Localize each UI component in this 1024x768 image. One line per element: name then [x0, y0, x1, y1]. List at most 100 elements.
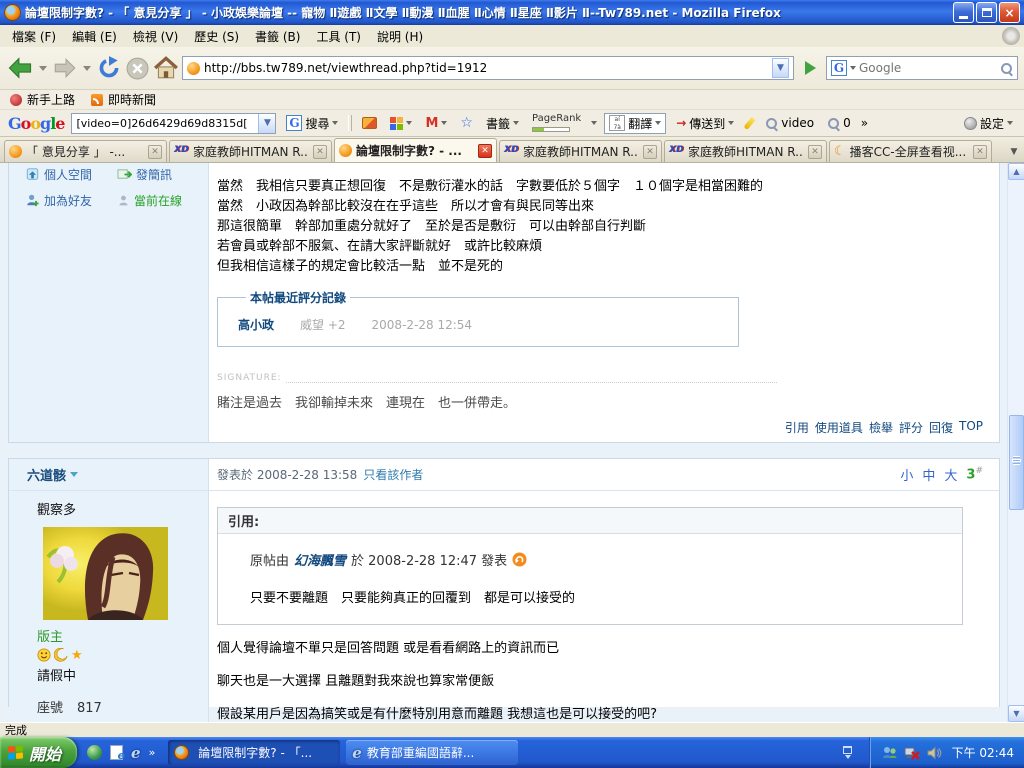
- top-link[interactable]: TOP: [959, 419, 983, 436]
- ie-document-icon[interactable]: [110, 745, 123, 760]
- font-size-medium-link[interactable]: 中: [922, 465, 935, 484]
- forward-dropdown[interactable]: [83, 66, 91, 71]
- menu-bookmarks[interactable]: 書籤 (B): [247, 26, 308, 47]
- quote-box: 引用: 原帖由 幻海飄雪 於 2008-2-28 12:47 發表 只要不要離題…: [217, 507, 963, 625]
- tab-1[interactable]: 「 意見分享 」 -... ✕: [4, 140, 167, 162]
- send-to-button[interactable]: → 傳送到: [673, 113, 737, 134]
- home-button[interactable]: [153, 55, 179, 81]
- close-button[interactable]: ×: [999, 2, 1020, 23]
- profile-space-link[interactable]: 個人空間: [25, 163, 117, 185]
- rate-link[interactable]: 評分: [899, 419, 923, 436]
- tab-3-active[interactable]: 論壇限制字數? - ... ✕: [334, 138, 497, 162]
- scroll-down-arrow[interactable]: ▼: [1008, 705, 1024, 722]
- search-bar[interactable]: [826, 56, 1018, 80]
- google-search-button[interactable]: 搜尋: [283, 113, 341, 134]
- use-item-link[interactable]: 使用道具: [815, 419, 863, 436]
- url-history-dropdown[interactable]: ▼: [772, 58, 789, 78]
- pagerank-button[interactable]: PageRank: [529, 112, 584, 134]
- forward-button[interactable]: [52, 55, 78, 81]
- menu-edit[interactable]: 編輯 (E): [64, 26, 125, 47]
- tab-list-dropdown[interactable]: ▼: [1006, 142, 1022, 162]
- moon-favicon: [834, 144, 846, 159]
- volume-tray-icon[interactable]: [926, 745, 942, 761]
- start-button[interactable]: 開始: [0, 737, 77, 768]
- google-query-input[interactable]: [72, 117, 258, 130]
- tab-close-icon[interactable]: ✕: [808, 145, 822, 159]
- taskbar-clock[interactable]: 下午 02:44: [952, 744, 1014, 761]
- minimize-button[interactable]: [953, 2, 974, 23]
- tab-6[interactable]: 播客CC-全屏查看视... ✕: [829, 140, 992, 162]
- tab-close-icon[interactable]: ✕: [478, 144, 492, 158]
- rating-user-link[interactable]: 高小政: [238, 316, 274, 333]
- combo-dropdown[interactable]: ▼: [258, 114, 275, 133]
- vertical-scrollbar[interactable]: ▲ ▼: [1007, 163, 1024, 722]
- language-bar[interactable]: [827, 746, 869, 759]
- address-bar[interactable]: ▼: [182, 56, 794, 80]
- settings-button[interactable]: 設定: [961, 113, 1016, 134]
- menu-file[interactable]: 檔案 (F): [4, 26, 64, 47]
- post-paragraph: 假設某用戶是因為搞笑或是有什麼特別用意而離題 我想這也是可以接受的吧?: [217, 706, 963, 722]
- tab-5[interactable]: 家庭教師HITMAN R... ✕: [664, 140, 827, 162]
- tab-close-icon[interactable]: ✕: [148, 145, 162, 159]
- apps-button[interactable]: [387, 115, 415, 132]
- find-count-button[interactable]: 0: [824, 114, 854, 132]
- username-link[interactable]: 六道骸: [27, 465, 66, 484]
- only-author-link[interactable]: 只看該作者: [363, 466, 423, 483]
- quick-launch-more[interactable]: »: [149, 746, 156, 759]
- messenger-tray-icon[interactable]: [882, 745, 898, 761]
- tab-2[interactable]: 家庭教師HITMAN R... ✕: [169, 140, 332, 162]
- gmail-button[interactable]: [422, 114, 450, 133]
- url-input[interactable]: [204, 61, 768, 75]
- goto-quoted-post-icon[interactable]: [512, 552, 527, 567]
- scroll-up-arrow[interactable]: ▲: [1008, 163, 1024, 180]
- google-toolbar: Google ▼ 搜尋 書籤 PageRank aí7à 翻譯 → 傳送到 vi…: [0, 110, 1024, 137]
- globe-icon[interactable]: [87, 745, 102, 760]
- search-icon[interactable]: [1000, 62, 1013, 75]
- tab-close-icon[interactable]: ✕: [973, 145, 987, 159]
- maximize-button[interactable]: [976, 2, 997, 23]
- quote-link[interactable]: 引用: [785, 419, 809, 436]
- snippets-button[interactable]: [359, 115, 380, 131]
- menu-tools[interactable]: 工具 (T): [308, 26, 369, 47]
- scrollbar-thumb[interactable]: [1009, 415, 1024, 510]
- task-ie-dictionary[interactable]: 教育部重編國語辭...: [346, 740, 518, 765]
- reload-button[interactable]: [96, 55, 122, 81]
- back-button[interactable]: [6, 54, 34, 82]
- add-friend-icon: [25, 193, 40, 207]
- send-message-link[interactable]: 發簡訊: [117, 163, 209, 185]
- gbookmarks-button[interactable]: 書籤: [483, 113, 522, 134]
- quoted-username-link[interactable]: 幻海飄雪: [294, 550, 346, 569]
- bookmark-getting-started[interactable]: 新手上路: [10, 91, 75, 108]
- go-button[interactable]: [797, 55, 823, 81]
- bookmark-latest-news[interactable]: 即時新聞: [91, 91, 156, 108]
- google-search-combo[interactable]: ▼: [71, 113, 276, 134]
- menu-history[interactable]: 歷史 (S): [186, 26, 247, 47]
- tab-close-icon[interactable]: ✕: [313, 145, 327, 159]
- engine-dropdown[interactable]: [850, 66, 856, 70]
- stop-button[interactable]: [125, 56, 150, 81]
- avatar[interactable]: [43, 527, 168, 620]
- stat-value: 256: [77, 720, 102, 722]
- translate-button[interactable]: aí7à 翻譯: [604, 113, 666, 134]
- highlight-button[interactable]: [744, 115, 755, 132]
- task-firefox[interactable]: 論壇限制字數? - 「...: [168, 740, 340, 765]
- menu-view[interactable]: 檢視 (V): [125, 26, 186, 47]
- rating-legend: 本帖最近評分記錄: [246, 289, 350, 306]
- font-size-large-link[interactable]: 大: [944, 465, 957, 484]
- menu-help[interactable]: 說明 (H): [369, 26, 431, 47]
- overflow-chevron[interactable]: »: [861, 116, 868, 130]
- star-bookmark-button[interactable]: [457, 113, 476, 133]
- username-dropdown-icon[interactable]: [70, 472, 78, 477]
- find-word-button[interactable]: video: [762, 114, 817, 132]
- font-size-small-link[interactable]: 小: [900, 465, 913, 484]
- reply-link[interactable]: 回復: [929, 419, 953, 436]
- floor-number[interactable]: 3#: [966, 466, 983, 482]
- tab-4[interactable]: 家庭教師HITMAN R... ✕: [499, 140, 662, 162]
- back-dropdown[interactable]: [39, 66, 47, 71]
- internet-explorer-icon[interactable]: [131, 744, 141, 762]
- network-disconnected-icon[interactable]: [904, 745, 920, 761]
- search-input[interactable]: [859, 61, 997, 75]
- report-link[interactable]: 檢舉: [869, 419, 893, 436]
- add-friend-link[interactable]: 加為好友: [25, 189, 117, 211]
- tab-close-icon[interactable]: ✕: [643, 145, 657, 159]
